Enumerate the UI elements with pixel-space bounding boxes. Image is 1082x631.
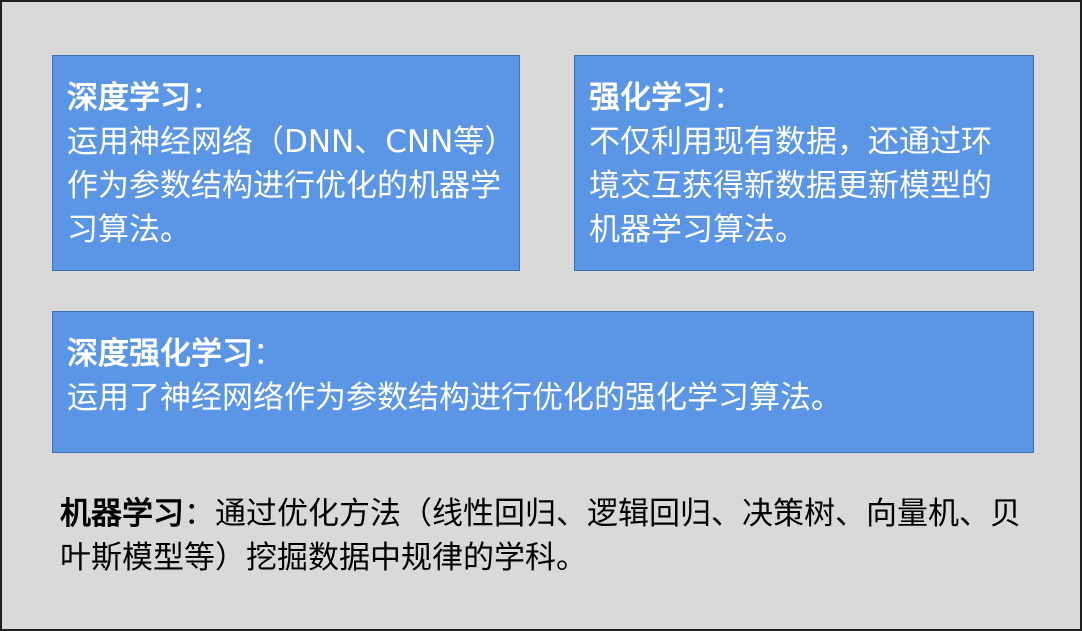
machine-learning-definition: 机器学习：通过优化方法（线性回归、逻辑回归、决策树、向量机、贝叶斯模型等）挖掘数… (60, 492, 1050, 580)
deep-reinforcement-learning-body: 运用了神经网络作为参数结构进行优化的强化学习算法。 (67, 380, 842, 416)
deep-learning-box: 深度学习： 运用神经网络（DNN、CNN等）作为参数结构进行优化的机器学习算法。 (52, 55, 520, 271)
deep-learning-body: 运用神经网络（DNN、CNN等）作为参数结构进行优化的机器学习算法。 (67, 124, 501, 248)
deep-learning-colon: ： (191, 80, 222, 116)
deep-reinforcement-learning-colon: ： (253, 336, 284, 372)
reinforcement-learning-body: 不仅利用现有数据，还通过环境交互获得新数据更新模型的机器学习算法。 (589, 124, 992, 248)
reinforcement-learning-colon: ： (713, 80, 744, 116)
deep-reinforcement-learning-box: 深度强化学习： 运用了神经网络作为参数结构进行优化的强化学习算法。 (52, 311, 1034, 453)
machine-learning-title: 机器学习 (60, 496, 184, 532)
reinforcement-learning-title: 强化学习 (589, 80, 713, 116)
deep-learning-title: 深度学习 (67, 80, 191, 116)
machine-learning-colon: ： (184, 496, 215, 532)
slide: 深度学习： 运用神经网络（DNN、CNN等）作为参数结构进行优化的机器学习算法。… (0, 0, 1082, 631)
deep-reinforcement-learning-title: 深度强化学习 (67, 336, 253, 372)
reinforcement-learning-box: 强化学习： 不仅利用现有数据，还通过环境交互获得新数据更新模型的机器学习算法。 (574, 55, 1034, 271)
